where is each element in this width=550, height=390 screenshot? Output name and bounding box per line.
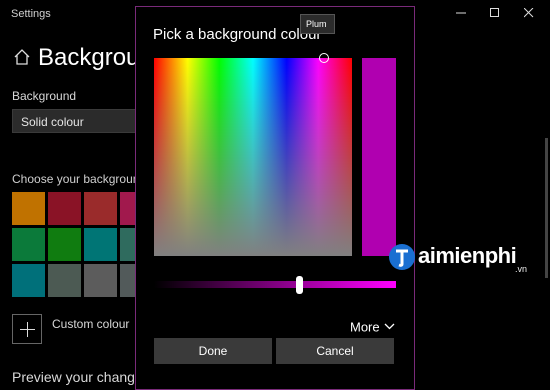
minimize-icon [456,12,466,14]
preview-heading: Preview your change [12,369,143,385]
close-button[interactable] [512,2,546,24]
colour-selector-ring[interactable] [319,53,329,63]
done-button[interactable]: Done [154,338,272,364]
background-dropdown-value: Solid colour [21,115,84,129]
background-label: Background [12,89,77,103]
app-title: Settings [11,8,51,20]
colour-swatch[interactable] [84,192,117,225]
more-toggle[interactable]: More [350,318,395,334]
cancel-button[interactable]: Cancel [276,338,394,364]
selected-colour-preview [362,58,396,256]
more-label: More [350,319,380,335]
maximize-button[interactable] [478,2,512,24]
colour-swatch[interactable] [84,264,117,297]
watermark-logo-icon [389,244,415,270]
add-custom-colour-button[interactable] [12,314,42,344]
colour-swatch[interactable] [48,228,81,261]
custom-colour-label[interactable]: Custom colour [52,317,129,331]
colour-swatch[interactable] [12,192,45,225]
dialog-title: Pick a background colour [153,26,322,43]
background-dropdown[interactable]: Solid colour [12,109,142,133]
colour-swatch[interactable] [12,228,45,261]
minimize-button[interactable] [444,2,478,24]
colour-swatch[interactable] [84,228,117,261]
colour-name-tooltip: Plum [300,14,335,34]
scrollbar[interactable] [545,138,548,278]
brightness-slider-thumb[interactable] [296,276,304,294]
colour-spectrum[interactable] [154,58,352,256]
home-icon[interactable] [13,48,31,66]
watermark-text: aimienphi [418,243,517,268]
tooltip-text: Plum [306,19,327,29]
brightness-slider[interactable] [154,281,396,288]
close-icon [524,8,534,18]
colour-swatch[interactable] [48,192,81,225]
colour-swatch[interactable] [48,264,81,297]
watermark-suffix: .vn [515,264,528,274]
chevron-down-icon [384,323,395,330]
colour-swatch[interactable] [12,264,45,297]
maximize-icon [490,8,499,17]
